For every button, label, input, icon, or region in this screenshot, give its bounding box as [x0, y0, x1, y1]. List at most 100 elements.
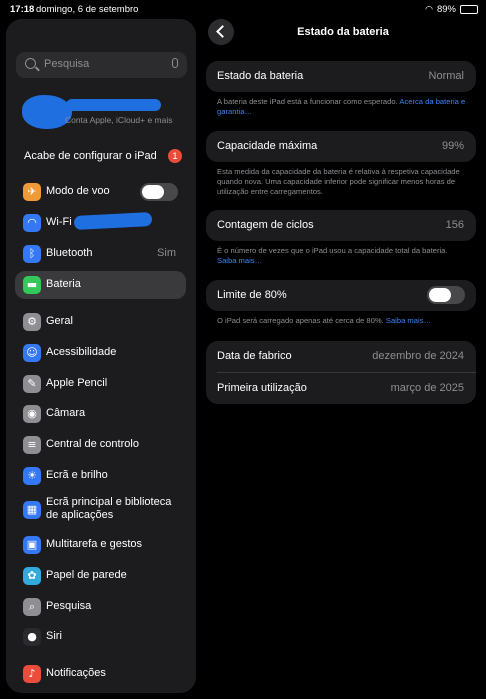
siri-icon: ● — [23, 628, 41, 646]
sidebar-item-label: Notificações — [46, 667, 106, 679]
health-label: Estado da bateria — [217, 70, 304, 82]
capacity-note: Esta medida da capacidade da bateria é r… — [217, 167, 460, 196]
sidebar-item-multitasking[interactable]: ▣ Multitarefa e gestos — [15, 531, 186, 559]
sidebar-item-control-center[interactable]: ≡ Central de controlo — [15, 431, 186, 459]
home-screen-icon: ▦ — [23, 501, 41, 519]
manufacture-row: Data de fabrico dezembro de 2024 — [206, 341, 476, 372]
manufacture-label: Data de fabrico — [217, 350, 292, 362]
health-note: A bateria deste iPad está a funcionar co… — [217, 97, 467, 117]
sidebar-item-battery[interactable]: ▬ Bateria — [15, 271, 186, 299]
accessibility-icon: ☺ — [23, 344, 41, 362]
sidebar-item-label: Siri — [46, 630, 62, 642]
airplane-icon: ✈ — [23, 183, 41, 201]
sidebar-item-label: Multitarefa e gestos — [46, 538, 142, 550]
sidebar-item-label: Wi-Fi — [46, 216, 72, 228]
battery-percent: 89% — [436, 4, 456, 15]
microphone-icon[interactable] — [172, 58, 178, 68]
capacity-card: Capacidade máxima 99% — [206, 131, 476, 162]
camera-icon: ◉ — [23, 405, 41, 423]
cycles-note: É o número de vezes que o iPad usou a ca… — [217, 246, 467, 266]
health-row: Estado da bateria Normal — [206, 61, 476, 92]
sidebar-item-camera[interactable]: ◉ Câmara — [15, 400, 186, 428]
health-value: Normal — [428, 70, 464, 82]
dates-card: Data de fabrico dezembro de 2024 Primeir… — [206, 341, 476, 404]
sidebar-item-wallpaper[interactable]: ✿ Papel de parede — [15, 562, 186, 590]
first-use-value: março de 2025 — [390, 382, 464, 394]
sidebar-item-label: Papel de parede — [46, 569, 127, 581]
cycles-value: 156 — [445, 219, 464, 231]
sidebar-item-label: Apple Pencil — [46, 377, 108, 389]
wifi-status-icon: ◠ — [425, 4, 433, 14]
sidebar-item-label-line2: de aplicações — [46, 509, 114, 521]
multitasking-icon: ▣ — [23, 536, 41, 554]
account-subtitle: Conta Apple, iCloud+ e mais — [65, 115, 173, 125]
sidebar-item-bell[interactable]: ♪ Notificações — [15, 660, 186, 688]
status-bar: 17:18 domingo, 6 de setembro ◠ 89% — [0, 0, 486, 18]
limit-label: Limite de 80% — [217, 289, 287, 301]
capacity-value: 99% — [441, 140, 464, 152]
first-use-row: Primeira utilização março de 2025 — [206, 373, 476, 404]
manufacture-value: dezembro de 2024 — [372, 350, 464, 362]
settings-sidebar: Pesquisa Conta Apple, iCloud+ e mais Aca… — [6, 19, 196, 693]
sidebar-item-pencil[interactable]: ✎ Apple Pencil — [15, 370, 186, 398]
control-center-icon: ≡ — [23, 436, 41, 454]
limit-row: Limite de 80% — [206, 280, 476, 311]
wifi-icon: ◠ — [23, 214, 41, 232]
sidebar-item-label: Central de controlo — [46, 438, 139, 450]
sidebar-item-home-screen[interactable]: ▦ Ecrã principal e biblioteca de aplicaçõe… — [15, 496, 186, 524]
finish-setup-link[interactable]: Acabe de configurar o iPad — [24, 150, 157, 162]
sidebar-item-siri[interactable]: ● Siri — [15, 623, 186, 651]
sidebar-item-label-line1: Ecrã principal e biblioteca — [46, 496, 172, 508]
first-use-label: Primeira utilização — [217, 382, 307, 394]
sidebar-item-label: Acessibilidade — [46, 346, 117, 358]
page-title: Estado da bateria — [297, 26, 389, 38]
battery-icon: ▬ — [23, 276, 41, 294]
health-card: Estado da bateria Normal — [206, 61, 476, 92]
status-date: domingo, 6 de setembro — [36, 4, 139, 15]
sidebar-item-bluetooth[interactable]: ᛒ Bluetooth Sim — [15, 240, 186, 268]
limit-80-toggle[interactable] — [427, 286, 465, 304]
sidebar-item-label: Pesquisa — [46, 600, 92, 612]
gear-icon: ⚙ — [23, 313, 41, 331]
sidebar-item-label: Câmara — [46, 407, 86, 419]
brightness-icon: ☀ — [23, 467, 41, 485]
notification-badge: 1 — [168, 149, 182, 163]
sidebar-item-label: Bateria — [46, 278, 81, 290]
sidebar-item-search[interactable]: ⌕ Pesquisa — [15, 593, 186, 621]
sidebar-item-value: Sim — [157, 247, 176, 259]
cycles-card: Contagem de ciclos 156 — [206, 210, 476, 241]
airplane-mode-toggle[interactable] — [140, 183, 178, 201]
cycles-learn-more-link[interactable]: Saiba mais… — [217, 256, 262, 265]
sidebar-item-brightness[interactable]: ☀ Ecrã e brilho — [15, 462, 186, 490]
capacity-label: Capacidade máxima — [217, 140, 318, 152]
search-field[interactable]: Pesquisa — [16, 52, 187, 78]
status-time: 17:18 — [10, 4, 35, 15]
sidebar-item-accessibility[interactable]: ☺ Acessibilidade — [15, 339, 186, 367]
battery-status-icon — [460, 5, 478, 14]
bell-icon: ♪ — [23, 665, 41, 683]
cycles-label: Contagem de ciclos — [217, 219, 314, 231]
pencil-icon: ✎ — [23, 375, 41, 393]
sidebar-item-airplane[interactable]: ✈ Modo de voo — [15, 178, 186, 206]
limit-note: O iPad será carregado apenas até cerca d… — [217, 316, 467, 326]
sidebar-item-label: Modo de voo — [46, 185, 110, 197]
sidebar-item-gear[interactable]: ⚙ Geral — [15, 308, 186, 336]
apple-account-row[interactable]: Conta Apple, iCloud+ e mais — [16, 95, 191, 131]
bluetooth-icon: ᛒ — [23, 245, 41, 263]
sidebar-item-wifi[interactable]: ◠ Wi-Fi — [15, 209, 186, 237]
status-right: ◠ 89% — [425, 4, 478, 15]
search-icon: ⌕ — [23, 598, 41, 616]
limit-note-text: O iPad será carregado apenas até cerca d… — [217, 316, 384, 325]
capacity-row: Capacidade máxima 99% — [206, 131, 476, 162]
sidebar-item-label: Bluetooth — [46, 247, 93, 259]
cycles-row: Contagem de ciclos 156 — [206, 210, 476, 241]
search-placeholder: Pesquisa — [44, 58, 90, 70]
limit-card: Limite de 80% — [206, 280, 476, 311]
sidebar-item-label: Ecrã principal e biblioteca de aplicações — [46, 496, 171, 522]
health-note-text: A bateria deste iPad está a funcionar co… — [217, 97, 398, 106]
limit-learn-more-link[interactable]: Saiba mais… — [386, 316, 431, 325]
sidebar-item-label: Ecrã e brilho — [46, 469, 108, 481]
wifi-network-redacted — [73, 211, 153, 231]
sidebar-item-label: Geral — [46, 315, 73, 327]
wallpaper-icon: ✿ — [23, 567, 41, 585]
